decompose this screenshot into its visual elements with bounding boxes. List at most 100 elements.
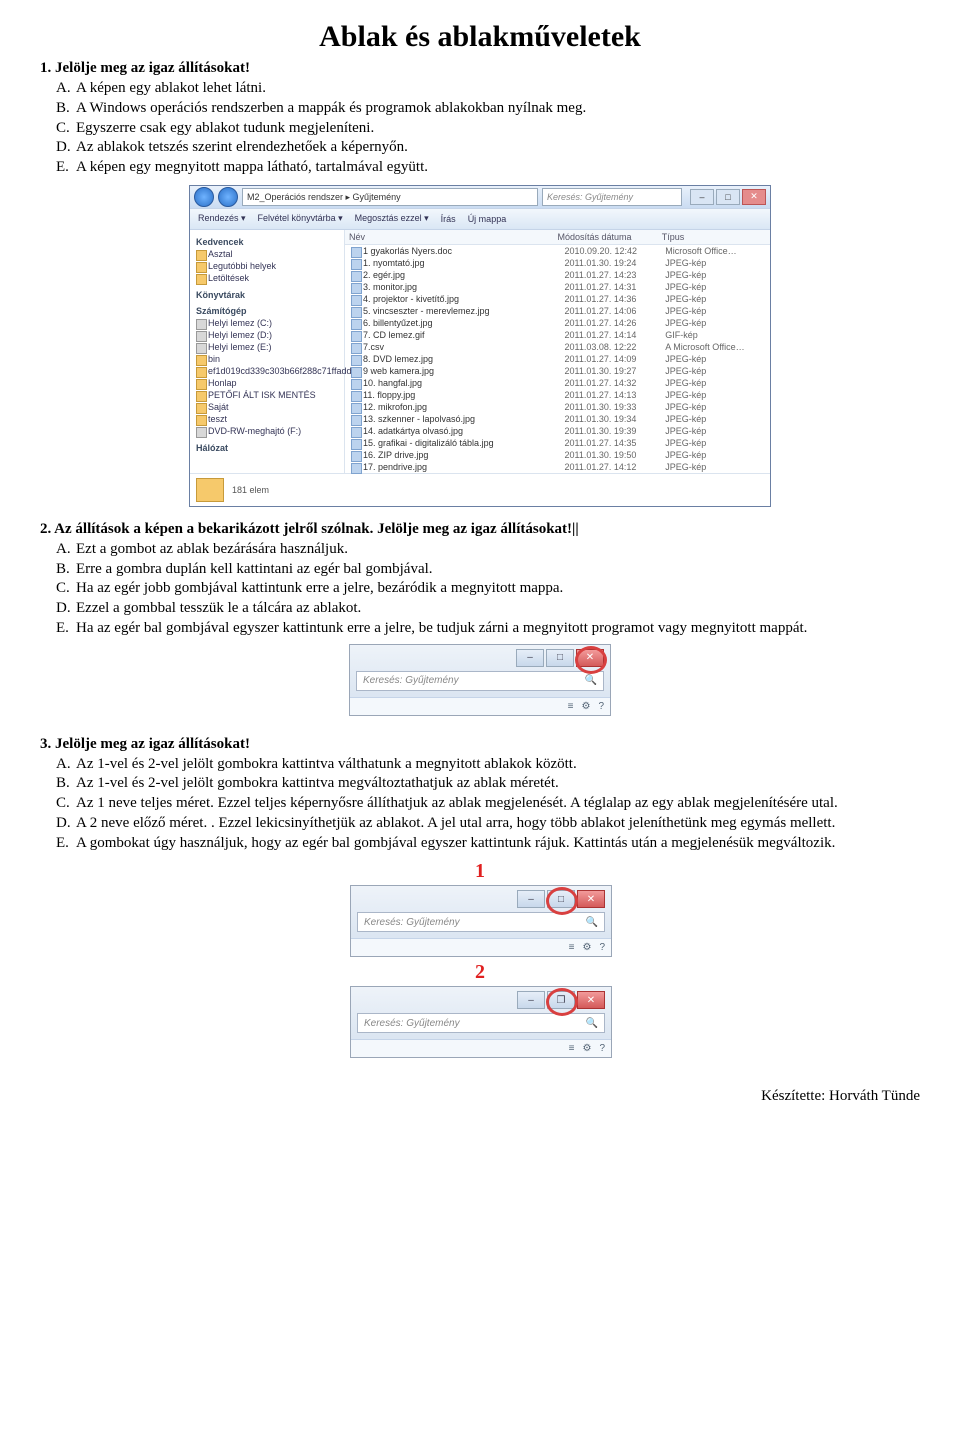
table-row[interactable]: 10. hangfal.jpg2011.01.27. 14:32JPEG-kép [345,377,770,389]
snippet-maximize-circled: – □ ✕ Keresés: Gyűjtemény 🔍 ≡ ⚙ ? [350,885,612,957]
view-list-icon[interactable]: ≡ [568,701,574,712]
table-row[interactable]: 4. projektor - kivetítő.jpg2011.01.27. 1… [345,293,770,305]
table-row[interactable]: 1 gyakorlás Nyers.doc2010.09.20. 12:42Mi… [345,245,770,257]
snip2-minimize-button[interactable]: – [517,991,545,1009]
snip2-search-input[interactable]: Keresés: Gyűjtemény 🔍 [357,1013,605,1033]
sidebar-item-teszt[interactable]: teszt [192,413,342,425]
view-gear-icon[interactable]: ⚙ [581,701,590,712]
sidebar-item-drive-c[interactable]: Helyi lemez (C:) [192,317,342,329]
toolbar-include[interactable]: Felvétel könyvtárba ▾ [258,213,343,224]
file-type: A Microsoft Office… [665,342,766,352]
sidebar-libraries-head[interactable]: Könyvtárak [196,290,342,300]
table-row[interactable]: 13. szkenner - lapolvasó.jpg2011.01.30. … [345,413,770,425]
table-row[interactable]: 6. billentyűzet.jpg2011.01.27. 14:26JPEG… [345,317,770,329]
file-name: 15. grafikai - digitalizáló tábla.jpg [349,438,565,448]
col-date[interactable]: Módosítás dátuma [558,232,662,242]
col-name[interactable]: Név [349,232,558,242]
table-row[interactable]: 9 web kamera.jpg2011.01.30. 19:27JPEG-ké… [345,365,770,377]
q1-opt-c: Egyszerre csak egy ablakot tudunk megjel… [76,120,374,136]
snip2-viewbar: ≡ ⚙ ? [351,1039,611,1057]
table-row[interactable]: 7. CD lemez.gif2011.01.27. 14:14GIF-kép [345,329,770,341]
table-row[interactable]: 16. ZIP drive.jpg2011.01.30. 19:50JPEG-k… [345,449,770,461]
q1-opt-a: A képen egy ablakot lehet látni. [76,80,266,96]
file-date: 2011.01.30. 19:33 [565,402,666,412]
sidebar-item-drive-e[interactable]: Helyi lemez (E:) [192,341,342,353]
file-type: JPEG-kép [665,402,766,412]
snip1-search-input[interactable]: Keresés: Gyűjtemény 🔍 [357,912,605,932]
close-button[interactable]: ✕ [742,189,766,205]
table-row[interactable]: 12. mikrofon.jpg2011.01.30. 19:33JPEG-ké… [345,401,770,413]
table-row[interactable]: 3. monitor.jpg2011.01.27. 14:31JPEG-kép [345,281,770,293]
snip1-maximize-button[interactable]: □ [547,890,575,908]
table-row[interactable]: 2. egér.jpg2011.01.27. 14:23JPEG-kép [345,269,770,281]
snip2-close-button[interactable]: ✕ [577,991,605,1009]
explorer-toolbar: Rendezés ▾ Felvétel könyvtárba ▾ Megoszt… [190,208,770,230]
file-type: JPEG-kép [665,282,766,292]
view-help-icon[interactable]: ? [599,942,605,953]
snip-maximize-button[interactable]: □ [546,649,574,667]
search-input[interactable]: Keresés: Gyűjtemény [542,188,682,206]
toolbar-share[interactable]: Megosztás ezzel ▾ [355,213,429,224]
nav-back-button[interactable] [194,187,214,207]
snip1-search-placeholder: Keresés: Gyűjtemény [364,917,460,928]
nav-forward-button[interactable] [218,187,238,207]
snip2-restore-button[interactable]: ❐ [547,991,575,1009]
table-row[interactable]: 15. grafikai - digitalizáló tábla.jpg201… [345,437,770,449]
sidebar-item-dvd[interactable]: DVD-RW-meghajtó (F:) [192,425,342,437]
q3-head: 3. Jelölje meg az igaz állításokat! [40,736,920,753]
maximize-button[interactable]: □ [716,189,740,205]
table-row[interactable]: 1. nyomtató.jpg2011.01.30. 19:24JPEG-kép [345,257,770,269]
table-row[interactable]: 14. adatkártya olvasó.jpg2011.01.30. 19:… [345,425,770,437]
sidebar-item-downloads[interactable]: Letöltések [192,272,342,284]
q1-opt-b: A Windows operációs rendszerben a mappák… [76,100,586,116]
table-row[interactable]: 8. DVD lemez.jpg2011.01.27. 14:09JPEG-ké… [345,353,770,365]
col-type[interactable]: Típus [662,232,766,242]
table-row[interactable]: 7.csv2011.03.08. 12:22A Microsoft Office… [345,341,770,353]
snip-minimize-button[interactable]: – [516,649,544,667]
sidebar-item-sajat[interactable]: Saját [192,401,342,413]
sidebar-computer-head[interactable]: Számítógép [196,306,342,316]
file-name: 5. vincseszter - merevlemez.jpg [349,306,565,316]
snip-close-button[interactable]: ✕ [576,649,604,667]
minimize-button[interactable]: – [690,189,714,205]
view-help-icon[interactable]: ? [598,701,604,712]
q3-options: A.Az 1-vel és 2-vel jelölt gombokra katt… [40,755,920,853]
file-type: Microsoft Office… [665,246,766,256]
sidebar-favorites-head[interactable]: Kedvencek [196,237,342,247]
sidebar-item-drive-d[interactable]: Helyi lemez (D:) [192,329,342,341]
toolbar-burn[interactable]: Írás [441,214,456,224]
file-date: 2011.01.27. 14:09 [565,354,666,364]
annotation-label-1: 1 [350,860,610,883]
toolbar-newfolder[interactable]: Új mappa [468,214,507,224]
view-gear-icon[interactable]: ⚙ [582,942,591,953]
view-help-icon[interactable]: ? [599,1043,605,1054]
sidebar-item-recent[interactable]: Legutóbbi helyek [192,260,342,272]
snip1-close-button[interactable]: ✕ [577,890,605,908]
sidebar-item-desktop[interactable]: Asztal [192,248,342,260]
table-row[interactable]: 17. pendrive.jpg2011.01.27. 14:12JPEG-ké… [345,461,770,473]
table-row[interactable]: 5. vincseszter - merevlemez.jpg2011.01.2… [345,305,770,317]
view-list-icon[interactable]: ≡ [569,1043,575,1054]
q1-options: A.A képen egy ablakot lehet látni. B.A W… [40,79,920,177]
toolbar-organize[interactable]: Rendezés ▾ [198,213,246,224]
explorer-statusbar: 181 elem [190,473,770,506]
sidebar-item-bin[interactable]: bin [192,353,342,365]
snip1-minimize-button[interactable]: – [517,890,545,908]
file-name: 2. egér.jpg [349,270,565,280]
sidebar-item-honlap[interactable]: Honlap [192,377,342,389]
snip-search-input[interactable]: Keresés: Gyűjtemény 🔍 [356,671,604,691]
sidebar-item-petofi[interactable]: PETŐFI ÁLT ISK MENTÉS [192,389,342,401]
file-type: JPEG-kép [665,378,766,388]
q3-opt-e: A gombokat úgy használjuk, hogy az egér … [76,835,835,851]
sidebar-item-hash[interactable]: ef1d019cd339c303b66f288c71ffadd4 [192,365,342,377]
view-list-icon[interactable]: ≡ [569,942,575,953]
file-date: 2011.01.27. 14:35 [565,438,666,448]
table-row[interactable]: 11. floppy.jpg2011.01.27. 14:13JPEG-kép [345,389,770,401]
sidebar-network-head[interactable]: Hálózat [196,443,342,453]
address-bar[interactable]: M2_Operációs rendszer ▸ Gyűjtemény [242,188,538,206]
q3-opt-a: Az 1-vel és 2-vel jelölt gombokra kattin… [76,756,577,772]
snippet-restore-circled: – ❐ ✕ Keresés: Gyűjtemény 🔍 ≡ ⚙ ? [350,986,612,1058]
view-gear-icon[interactable]: ⚙ [582,1043,591,1054]
file-type: JPEG-kép [665,462,766,472]
explorer-window: M2_Operációs rendszer ▸ Gyűjtemény Keres… [189,185,771,507]
